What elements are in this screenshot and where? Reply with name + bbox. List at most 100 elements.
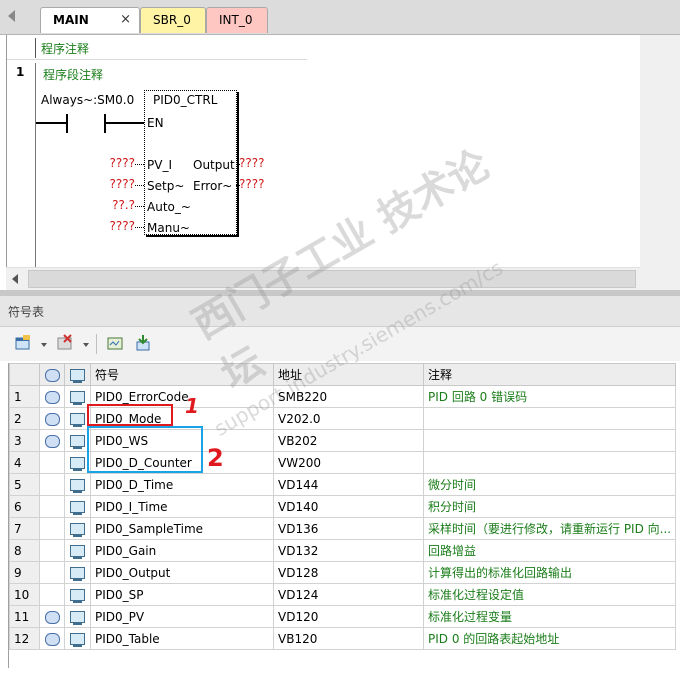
monitor-icon	[70, 611, 85, 625]
monitor-icon	[70, 435, 85, 449]
address-cell[interactable]: VB120	[273, 627, 424, 650]
globe-icon	[44, 412, 60, 426]
comment-cell[interactable]: PID 0 的回路表起始地址	[423, 627, 676, 650]
table-row[interactable]: 12 PID0_Table VB120 PID 0 的回路表起始地址	[9, 627, 676, 650]
table-header-row: 符号 地址 注释	[9, 363, 676, 386]
row-number[interactable]: 3	[9, 429, 40, 452]
row-number[interactable]: 9	[9, 561, 40, 584]
table-row[interactable]: 11 PID0_PV VD120 标准化过程变量	[9, 605, 676, 628]
address-cell[interactable]: VD144	[273, 473, 424, 496]
scroll-left-icon[interactable]	[12, 274, 18, 284]
row-globe-cell	[39, 473, 65, 496]
row-number[interactable]: 6	[9, 495, 40, 518]
comment-cell[interactable]: PID 回路 0 错误码	[423, 385, 676, 408]
address-cell[interactable]: VW200	[273, 451, 424, 474]
row-number[interactable]: 5	[9, 473, 40, 496]
monitor-icon	[70, 391, 85, 405]
ladder-editor[interactable]: 程序注释 1 程序段注释 Always~:SM0.0 PID0_CTRL EN …	[6, 35, 640, 267]
highlight-box-red	[87, 404, 173, 426]
tab-main[interactable]: MAIN ×	[40, 7, 140, 33]
row-globe-cell	[39, 495, 65, 518]
delete-row-icon[interactable]	[56, 334, 74, 352]
symbol-cell[interactable]: PID0_SP	[90, 583, 274, 606]
row-monitor-cell	[64, 539, 91, 562]
address-cell[interactable]: VD124	[273, 583, 424, 606]
symbol-cell[interactable]: PID0_Output	[90, 561, 274, 584]
tab-sbr0[interactable]: SBR_0	[140, 7, 206, 33]
symbol-cell[interactable]: PID0_PV	[90, 605, 274, 628]
program-comment[interactable]: 程序注释	[41, 40, 89, 57]
insert-row-icon[interactable]	[14, 334, 32, 352]
tab-int0-label: INT_0	[219, 13, 253, 27]
param-setp-value[interactable]: ????	[103, 177, 135, 191]
row-globe-cell	[39, 429, 65, 452]
comment-cell[interactable]: 采样时间（要进行修改，请重新运行 PID 向...	[423, 517, 676, 540]
globe-icon	[44, 632, 60, 646]
toolbar-separator	[96, 334, 97, 354]
address-cell[interactable]: VD120	[273, 605, 424, 628]
header-symbol[interactable]: 符号	[90, 363, 274, 386]
chevron-down-icon[interactable]	[41, 343, 47, 347]
table-row[interactable]: 9 PID0_Output VD128 计算得出的标准化回路输出	[9, 561, 676, 584]
contact-label[interactable]: Always~:SM0.0	[41, 93, 134, 107]
row-number[interactable]: 11	[9, 605, 40, 628]
param-wire	[135, 227, 144, 229]
address-cell[interactable]: SMB220	[273, 385, 424, 408]
comment-cell[interactable]: 计算得出的标准化回路输出	[423, 561, 676, 584]
comment-cell[interactable]: 微分时间	[423, 473, 676, 496]
comment-cell[interactable]	[423, 429, 676, 452]
highlight-box-blue	[87, 426, 203, 473]
param-pv-value[interactable]: ????	[103, 156, 135, 170]
globe-icon	[44, 610, 60, 624]
address-cell[interactable]: VD140	[273, 495, 424, 518]
symbol-cell[interactable]: PID0_Gain	[90, 539, 274, 562]
row-number[interactable]: 8	[9, 539, 40, 562]
address-cell[interactable]: V202.0	[273, 407, 424, 430]
header-comment[interactable]: 注释	[423, 363, 676, 386]
monitor-icon	[70, 413, 85, 427]
table-row[interactable]: 10 PID0_SP VD124 标准化过程设定值	[9, 583, 676, 606]
editor-horizontal-scrollbar[interactable]	[6, 267, 640, 290]
scrollbar-thumb[interactable]	[28, 270, 636, 288]
table-row[interactable]: 6 PID0_I_Time VD140 积分时间	[9, 495, 676, 518]
tab-int0[interactable]: INT_0	[206, 7, 268, 33]
row-number[interactable]: 12	[9, 627, 40, 650]
row-number[interactable]: 7	[9, 517, 40, 540]
param-error-value[interactable]: ????	[239, 177, 271, 191]
address-cell[interactable]: VD132	[273, 539, 424, 562]
param-output-value[interactable]: ????	[239, 156, 271, 170]
tab-scroll-left-icon[interactable]	[8, 10, 15, 22]
symbol-cell[interactable]: PID0_I_Time	[90, 495, 274, 518]
row-number[interactable]: 2	[9, 407, 40, 430]
comment-cell[interactable]	[423, 451, 676, 474]
close-icon[interactable]: ×	[120, 8, 131, 32]
tab-bar: MAIN × SBR_0 INT_0	[0, 0, 680, 35]
header-address[interactable]: 地址	[273, 363, 424, 386]
address-cell[interactable]: VD136	[273, 517, 424, 540]
comment-cell[interactable]: 回路增益	[423, 539, 676, 562]
param-auto-value[interactable]: ??.?	[103, 198, 135, 212]
comment-cell[interactable]: 标准化过程变量	[423, 605, 676, 628]
row-number[interactable]: 1	[9, 385, 40, 408]
pin-output: Output	[193, 158, 235, 172]
address-cell[interactable]: VD128	[273, 561, 424, 584]
pou-symbols-icon[interactable]	[106, 334, 124, 352]
symbol-cell[interactable]: PID0_Table	[90, 627, 274, 650]
row-number[interactable]: 10	[9, 583, 40, 606]
comment-cell[interactable]: 积分时间	[423, 495, 676, 518]
pid-function-block[interactable]: PID0_CTRL EN PV_I Setp~ Auto_~ Manu~ Out…	[144, 90, 237, 235]
comment-cell[interactable]	[423, 407, 676, 430]
row-number[interactable]: 4	[9, 451, 40, 474]
apply-symbols-icon[interactable]	[134, 334, 152, 352]
address-cell[interactable]: VB202	[273, 429, 424, 452]
header-monitor-icon	[64, 363, 91, 386]
table-row[interactable]: 8 PID0_Gain VD132 回路增益	[9, 539, 676, 562]
param-manu-value[interactable]: ????	[103, 219, 135, 233]
table-row[interactable]: 5 PID0_D_Time VD144 微分时间	[9, 473, 676, 496]
table-row[interactable]: 7 PID0_SampleTime VD136 采样时间（要进行修改，请重新运行 PI…	[9, 517, 676, 540]
comment-cell[interactable]: 标准化过程设定值	[423, 583, 676, 606]
symbol-cell[interactable]: PID0_SampleTime	[90, 517, 274, 540]
chevron-down-icon[interactable]	[83, 343, 89, 347]
symbol-cell[interactable]: PID0_D_Time	[90, 473, 274, 496]
network-comment[interactable]: 程序段注释	[43, 66, 103, 83]
